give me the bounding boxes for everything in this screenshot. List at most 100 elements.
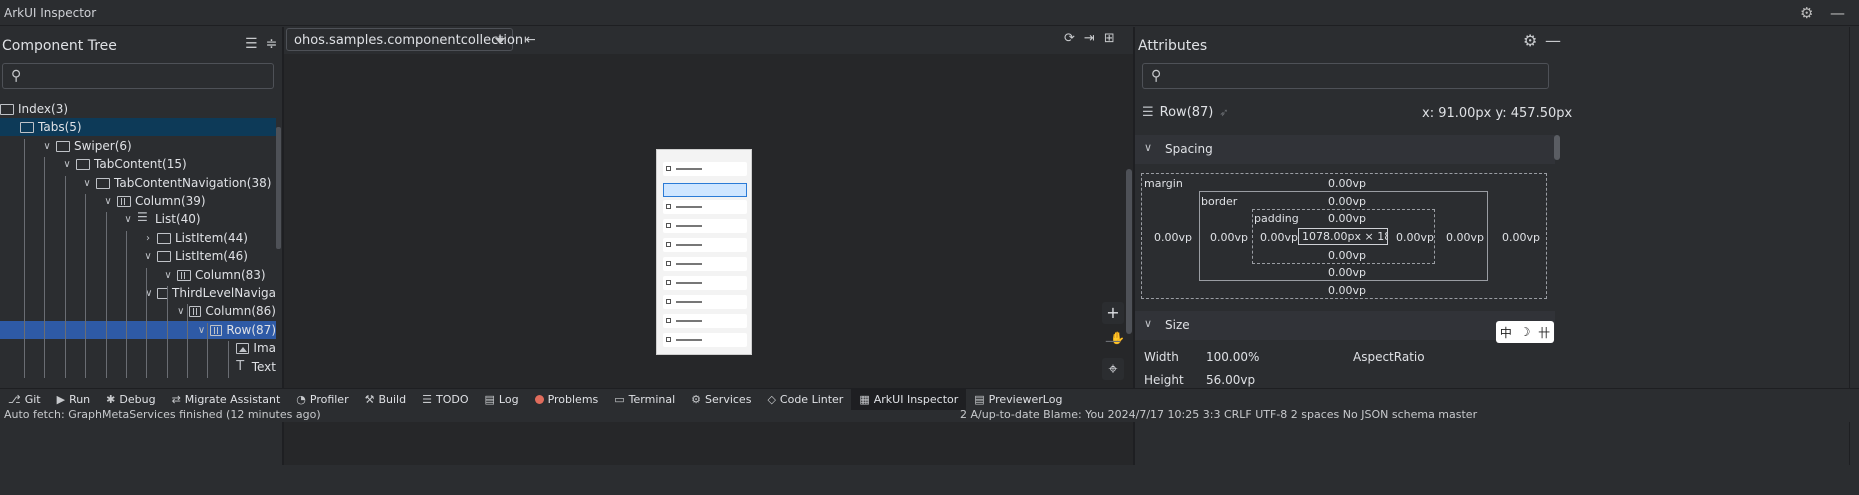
preview-list-item[interactable]	[663, 162, 747, 176]
chevron-down-icon[interactable]: ∨	[81, 178, 93, 189]
exit-icon[interactable]: ⇥	[1084, 31, 1095, 46]
tree-node[interactable]: Tabs(5)	[0, 118, 276, 136]
chevron-down-icon[interactable]: ∨	[142, 251, 154, 262]
export-icon[interactable]: ⇤	[524, 32, 536, 48]
chevron-down-icon[interactable]: ∨	[41, 141, 53, 152]
margin-bottom-value[interactable]: 0.00vp	[1328, 284, 1366, 297]
preview-list-item[interactable]	[663, 314, 747, 328]
tool-window-log[interactable]: ▤ Log	[477, 389, 527, 411]
border-right-value[interactable]: 0.00vp	[1446, 231, 1484, 244]
border-bottom-value[interactable]: 0.00vp	[1328, 266, 1366, 279]
chevron-down-icon[interactable]: ∨	[122, 214, 134, 225]
chevron-down-icon[interactable]: ∨	[162, 270, 174, 281]
tree-node[interactable]: Ima	[0, 339, 276, 357]
tree-node[interactable]: ∨ Swiper(6)	[0, 137, 276, 155]
text-icon	[234, 359, 247, 374]
tree-node[interactable]: Index(3)	[0, 100, 276, 118]
preview-list-item[interactable]	[663, 200, 747, 214]
tree-node[interactable]: ∨ List(40)	[0, 210, 276, 228]
minimize-icon[interactable]: —	[1545, 31, 1561, 50]
tool-window-label: Log	[498, 393, 519, 406]
tree-guide-line	[167, 286, 168, 378]
tree-node[interactable]: › ListItem(44)	[0, 229, 276, 247]
margin-left-value[interactable]: 0.00vp	[1154, 231, 1192, 244]
margin-right-value[interactable]: 0.00vp	[1502, 231, 1540, 244]
gear-icon[interactable]: ⚙	[1800, 4, 1818, 22]
tree-node[interactable]: ∨ Row(87)	[0, 321, 276, 339]
tree-node[interactable]: ∨ TabContent(15)	[0, 155, 276, 173]
padding-label: padding	[1254, 212, 1299, 225]
chevron-down-icon	[495, 38, 505, 44]
preview-list-item[interactable]	[663, 276, 747, 290]
spacing-section-header[interactable]: ∨ Spacing	[1135, 135, 1555, 164]
tree-node[interactable]: ∨ Column(39)	[0, 192, 276, 210]
tool-window-arkui-inspector[interactable]: ▦ ArkUI Inspector	[851, 388, 967, 411]
width-value[interactable]: 100.00%	[1206, 350, 1259, 364]
minimize-icon[interactable]: —	[1830, 4, 1848, 22]
tool-window-code-linter[interactable]: ◇ Code Linter	[759, 389, 851, 411]
chevron-down-icon[interactable]: ∨	[196, 325, 207, 336]
moon-icon[interactable]: ☽	[1520, 325, 1531, 339]
attributes-scrollbar[interactable]	[1554, 135, 1560, 160]
tool-window-services[interactable]: ⚙ Services	[683, 389, 759, 411]
tool-window-git[interactable]: ⎇ Git	[0, 389, 49, 411]
ime-mode-char[interactable]: 卄	[1538, 324, 1550, 341]
tool-window-todo[interactable]: ☰ TODO	[414, 389, 476, 411]
grid-layout-icon[interactable]: ⊞	[1104, 31, 1115, 46]
preview-list-item[interactable]	[663, 257, 747, 271]
tool-window-label: Build	[378, 393, 407, 406]
zoom-in-button[interactable]: +	[1102, 302, 1124, 324]
padding-bottom-value[interactable]: 0.00vp	[1328, 249, 1366, 262]
tree-node[interactable]: ∨ Column(83)	[0, 266, 276, 284]
tree-scrollbar[interactable]	[276, 127, 281, 249]
locate-icon[interactable]: ⌖	[1102, 358, 1124, 380]
tool-window-build[interactable]: ⚒ Build	[357, 389, 415, 411]
pin-icon[interactable]: ➶	[1219, 106, 1228, 119]
margin-top-value[interactable]: 0.00vp	[1328, 177, 1366, 190]
chevron-right-icon[interactable]: ›	[142, 233, 154, 244]
tree-node[interactable]: ∨ Column(86)	[0, 302, 276, 320]
refresh-icon[interactable]: ⟳	[1064, 31, 1075, 46]
tool-window-debug[interactable]: ✱ Debug	[98, 389, 163, 411]
border-top-value[interactable]: 0.00vp	[1328, 195, 1366, 208]
tree-node[interactable]: ∨ ThirdLevelNaviga	[0, 284, 276, 302]
tool-window-profiler[interactable]: ◔ Profiler	[288, 389, 356, 411]
preview-list-item[interactable]	[663, 219, 747, 233]
tree-search-input[interactable]: ⚲	[2, 63, 274, 89]
collapse-all-icon[interactable]: ≑	[266, 36, 278, 54]
attributes-search-input[interactable]: ⚲	[1142, 63, 1549, 89]
chevron-down-icon[interactable]: ∨	[102, 196, 114, 207]
tool-window-run[interactable]: ▶ Run	[49, 389, 99, 411]
height-value[interactable]: 56.00vp	[1206, 373, 1255, 387]
size-section-header[interactable]: ∨ Size	[1135, 311, 1555, 340]
ime-language-char[interactable]: 中	[1500, 324, 1512, 341]
padding-left-value[interactable]: 0.00vp	[1260, 231, 1298, 244]
content-size-box[interactable]: 1078.00px × 182...	[1298, 228, 1388, 245]
preview-list-item[interactable]	[663, 238, 747, 252]
ime-toolbar[interactable]: 中 ☽ 卄	[1496, 321, 1554, 343]
device-preview[interactable]	[656, 149, 752, 355]
zoom-out-button[interactable]: —	[1102, 330, 1124, 352]
build-icon: ⚒	[364, 393, 375, 406]
border-left-value[interactable]: 0.00vp	[1210, 231, 1248, 244]
tree-node[interactable]: Text	[0, 358, 276, 376]
tool-window-migrate-assistant[interactable]: ⇄ Migrate Assistant	[164, 389, 289, 411]
padding-top-value[interactable]: 0.00vp	[1328, 212, 1366, 225]
tool-window-previewerlog[interactable]: ▤ PreviewerLog	[966, 389, 1070, 411]
app-selector-dropdown[interactable]: ohos.samples.componentcollection	[286, 28, 523, 51]
chevron-down-icon[interactable]: ∨	[176, 306, 186, 317]
preview-list-item[interactable]	[663, 295, 747, 309]
tool-window-problems[interactable]: Problems	[527, 389, 607, 411]
padding-right-value[interactable]: 0.00vp	[1396, 231, 1434, 244]
chevron-down-icon[interactable]: ∨	[61, 159, 73, 170]
column-icon	[117, 195, 131, 207]
tree-node[interactable]: ∨ ListItem(46)	[0, 247, 276, 265]
item-icon	[666, 337, 671, 342]
canvas-scrollbar[interactable]	[1126, 169, 1132, 334]
tool-window-terminal[interactable]: ▭ Terminal	[606, 389, 683, 411]
expand-all-icon[interactable]: ☰	[245, 36, 258, 54]
preview-list-item[interactable]	[663, 333, 747, 347]
tree-node[interactable]: ∨ TabContentNavigation(38)	[0, 174, 276, 192]
gear-icon[interactable]: ⚙	[1523, 31, 1537, 50]
item-icon	[666, 299, 671, 304]
